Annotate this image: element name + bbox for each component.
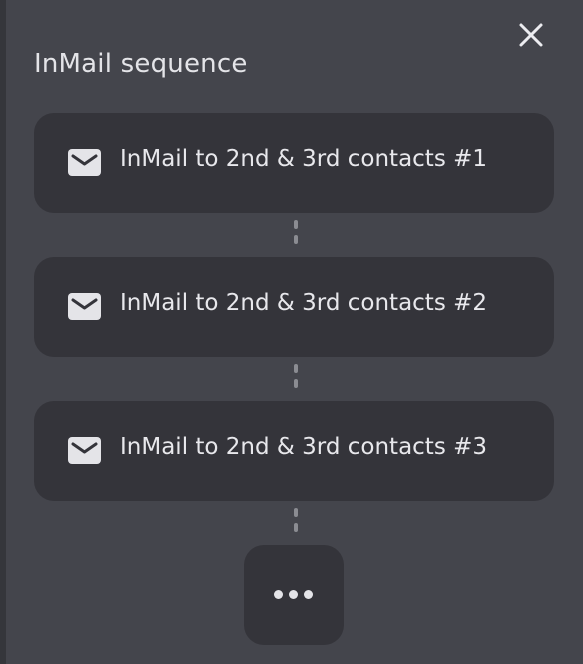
sequence-step-label: InMail to 2nd & 3rd contacts #2 <box>120 290 488 316</box>
panel-title: InMail sequence <box>34 49 248 79</box>
sequence-step-label: InMail to 2nd & 3rd contacts #3 <box>120 434 488 460</box>
mail-icon <box>68 437 101 464</box>
close-button[interactable] <box>514 18 548 52</box>
close-icon <box>519 23 543 47</box>
step-connector <box>294 364 298 394</box>
step-connector <box>294 508 298 538</box>
sequence-step-3[interactable]: InMail to 2nd & 3rd contacts #3 <box>34 401 554 501</box>
sequence-step-label: InMail to 2nd & 3rd contacts #1 <box>120 146 488 172</box>
sequence-step-1[interactable]: InMail to 2nd & 3rd contacts #1 <box>34 113 554 213</box>
mail-icon <box>68 293 101 320</box>
sequence-step-2[interactable]: InMail to 2nd & 3rd contacts #2 <box>34 257 554 357</box>
more-horizontal-icon <box>274 590 313 599</box>
step-connector <box>294 220 298 250</box>
inmail-sequence-panel: InMail sequence InMail to 2nd & 3rd cont… <box>0 0 583 664</box>
mail-icon <box>68 149 101 176</box>
more-options-button[interactable] <box>244 545 344 645</box>
